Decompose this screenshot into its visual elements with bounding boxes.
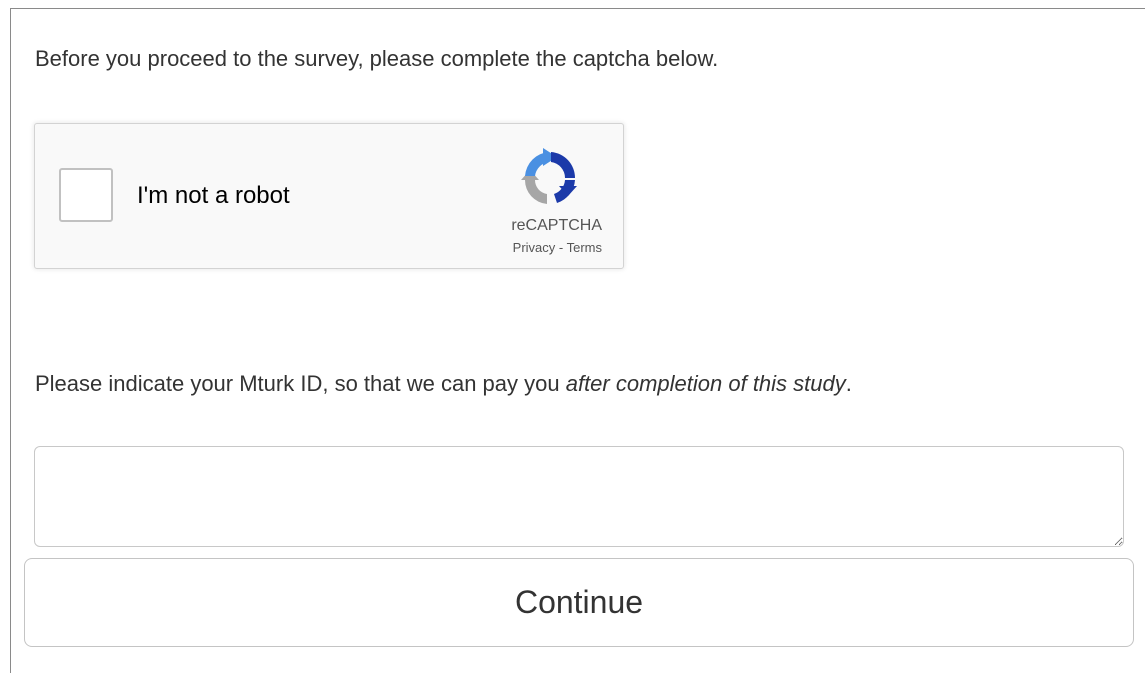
recaptcha-label: I'm not a robot (137, 182, 290, 209)
links-separator: - (555, 240, 567, 255)
recaptcha-checkbox[interactable] (59, 168, 113, 222)
captcha-instructions: Before you proceed to the survey, please… (35, 46, 719, 71)
recaptcha-widget: I'm not a robot reCAPTCHA Privacy - Term… (34, 123, 624, 269)
terms-link[interactable]: Terms (567, 240, 602, 255)
mturk-id-prompt: Please indicate your Mturk ID, so that w… (35, 370, 852, 398)
survey-page: Before you proceed to the survey, please… (0, 0, 1145, 673)
prompt-period: . (845, 371, 852, 396)
top-divider (10, 8, 1145, 9)
left-divider (10, 8, 11, 673)
recaptcha-brand: reCAPTCHA (511, 217, 602, 234)
prompt-emphasis: after completion of this study (565, 371, 846, 396)
recaptcha-links: Privacy - Terms (513, 240, 602, 256)
recaptcha-logo-icon (521, 148, 577, 204)
mturk-id-field[interactable] (34, 446, 1124, 547)
prompt-text: Please indicate your Mturk ID, so that w… (35, 371, 566, 396)
continue-button[interactable]: Continue (24, 558, 1134, 647)
privacy-link[interactable]: Privacy (513, 240, 556, 255)
